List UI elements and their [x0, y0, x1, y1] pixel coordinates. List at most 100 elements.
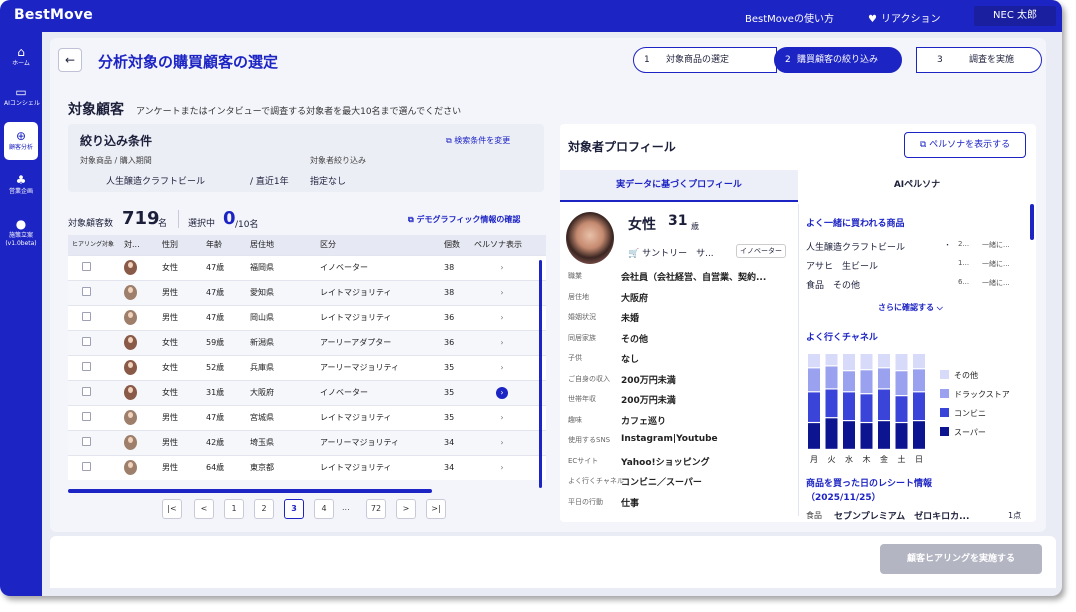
back-button[interactable]: ← [58, 48, 82, 72]
show-persona-button[interactable]: ⧉ ペルソナを表示する [904, 132, 1026, 158]
chevron-right-icon[interactable]: › [496, 362, 508, 374]
cell-gender: 男性 [158, 279, 202, 305]
row-avatar-cell [120, 329, 158, 355]
sidebar-item-customer-analysis[interactable]: ⊕ 顧客分析 [4, 122, 38, 160]
avatar [124, 410, 137, 425]
table-row[interactable]: 男性 42歳 埼玉県 アーリーマジョリティ 34 › [68, 429, 546, 455]
bar-segment [825, 366, 838, 389]
first-page-button[interactable]: |< [162, 499, 182, 519]
avatar [124, 385, 137, 400]
step-number: 1 [644, 55, 650, 65]
row-checkbox[interactable] [82, 387, 91, 396]
receipt-quantity: 1点 [1008, 511, 1022, 520]
profile-scrollbar[interactable] [1030, 204, 1034, 240]
last-page-number-button[interactable]: 72 [366, 499, 386, 519]
step-2-current[interactable]: 2 購買顧客の絞り込み [774, 47, 902, 73]
row-checkbox-cell [68, 404, 120, 430]
row-checkbox[interactable] [82, 262, 91, 271]
row-checkbox[interactable] [82, 437, 91, 446]
page-button[interactable]: 2 [254, 499, 274, 519]
chevron-right-icon[interactable]: › [496, 462, 508, 474]
frequent-item: 食品 その他 6... 一緒に... [806, 278, 1026, 294]
table-scrollbar-horizontal[interactable] [68, 489, 432, 493]
chevron-right-icon[interactable]: › [496, 412, 508, 424]
sidebar-item-measures[interactable]: ● 施策立案 (v1.0beta) [4, 210, 38, 256]
user-menu[interactable]: NEC 太郎 [974, 6, 1056, 26]
table-row[interactable]: 女性 59歳 新潟県 アーリーアダプター 36 › [68, 329, 546, 355]
product-value: 人生醸造クラフトビール [106, 177, 206, 187]
reaction-link[interactable]: ♥ リアクション [868, 10, 941, 25]
frequent-item: アサヒ 生ビール 1... 一緒に... [806, 259, 1026, 275]
profile-field: ECサイト Yahoo!ショッピング [568, 455, 798, 473]
page-button-current[interactable]: 3 [284, 499, 304, 519]
table-scrollbar-vertical[interactable] [539, 260, 542, 488]
conduct-hearing-button[interactable]: 顧客ヒアリングを実施する [880, 544, 1042, 574]
profile-field-key: ご自身の収入 [568, 374, 610, 383]
avatar [124, 310, 137, 325]
chevron-right-icon[interactable]: › [496, 337, 508, 349]
profile-field-key: 世帯年収 [568, 395, 596, 403]
cell-gender: 男性 [158, 404, 202, 430]
row-checkbox[interactable] [82, 312, 91, 321]
receipt-date: （2025/11/25） [806, 493, 881, 503]
row-checkbox[interactable] [82, 337, 91, 346]
profile-field: 居住地 大阪府 [568, 291, 798, 309]
profile-title: 対象者プロフィール [568, 140, 676, 154]
tab-ai-persona[interactable]: AIペルソナ [798, 170, 1036, 202]
table-row[interactable]: 男性 47歳 岡山県 レイトマジョリティ 36 › [68, 304, 546, 330]
table-row[interactable]: 女性 47歳 福岡県 イノベーター 38 › [68, 254, 546, 280]
table-row[interactable]: 男性 47歳 宮城県 レイトマジョリティ 35 › [68, 404, 546, 430]
column-header: 年齢 [202, 235, 246, 255]
step-3[interactable]: 3 調査を実施 [916, 47, 1042, 73]
page-button[interactable]: 4 [314, 499, 334, 519]
cell-count: 35 [440, 354, 470, 380]
howto-link[interactable]: BestMoveの使い方 [745, 10, 834, 25]
sidebar-item-planning[interactable]: ♣ 営業企画 [4, 166, 38, 204]
cell-count: 36 [440, 329, 470, 355]
sidebar-item-ai-concierge[interactable]: ▭ AIコンシェル [4, 78, 40, 116]
sidebar-item-label: ホーム [12, 60, 30, 67]
see-more-link[interactable]: さらに確認する ⌵ [878, 302, 943, 313]
frequent-item-count: 6... [958, 278, 970, 286]
table-row[interactable]: 女性 52歳 兵庫県 アーリーマジョリティ 35 › [68, 354, 546, 380]
next-page-button[interactable]: > [396, 499, 416, 519]
chevron-right-icon[interactable]: › [496, 386, 508, 399]
row-avatar-cell [120, 429, 158, 455]
step-1[interactable]: 1 対象商品の選定 [633, 47, 777, 73]
store-name: サントリー サ... [642, 249, 714, 259]
profile-field-value: 会社員（会社経営、自営業、契約... [621, 273, 767, 283]
row-checkbox[interactable] [82, 462, 91, 472]
persona-view-cell: › [470, 429, 546, 455]
change-search-link[interactable]: ⧉ 検索条件を変更 [446, 135, 510, 146]
row-checkbox[interactable] [82, 412, 91, 421]
table-row[interactable]: 女性 31歳 大阪府 イノベーター 35 › [68, 379, 546, 405]
page-button[interactable]: 1 [224, 499, 244, 519]
last-page-button[interactable]: >| [426, 499, 446, 519]
sidebar-item-home[interactable]: ⌂ ホーム [4, 38, 38, 76]
chevron-right-icon[interactable]: › [496, 262, 508, 274]
tab-real-data-profile[interactable]: 実データに基づくプロフィール [560, 170, 798, 202]
reaction-label: リアクション [881, 14, 941, 25]
row-checkbox[interactable] [82, 362, 91, 371]
column-header: 個数 [440, 235, 470, 255]
profile-field-value: 200万円未満 [621, 396, 676, 406]
profile-field-key: 同居家族 [568, 333, 596, 342]
frequent-item: 人生醸造クラフトビール ・ 2... 一緒に... [806, 240, 1026, 256]
chevron-right-icon[interactable]: › [496, 312, 508, 324]
avatar [124, 360, 137, 375]
profile-field: 世帯年収 200万円未満 [568, 393, 798, 411]
customer-photo [566, 212, 614, 264]
bulb-icon: ● [15, 217, 27, 231]
row-checkbox[interactable] [82, 287, 91, 296]
demographic-link[interactable]: ⧉ デモグラフィック情報の確認 [408, 214, 520, 225]
table-row[interactable]: 男性 47歳 愛知県 レイトマジョリティ 38 › [68, 279, 546, 305]
step-number: 3 [937, 55, 943, 65]
bar-segment [825, 354, 838, 366]
table-row[interactable]: 男性 64歳 東京都 レイトマジョリティ 34 › [68, 454, 546, 480]
filter-title: 絞り込み条件 [80, 134, 153, 148]
app-logo[interactable]: BestMove [14, 7, 93, 23]
chevron-right-icon[interactable]: › [496, 437, 508, 449]
prev-page-button[interactable]: < [194, 499, 214, 519]
bar-segment [860, 394, 873, 422]
chevron-right-icon[interactable]: › [496, 287, 508, 299]
